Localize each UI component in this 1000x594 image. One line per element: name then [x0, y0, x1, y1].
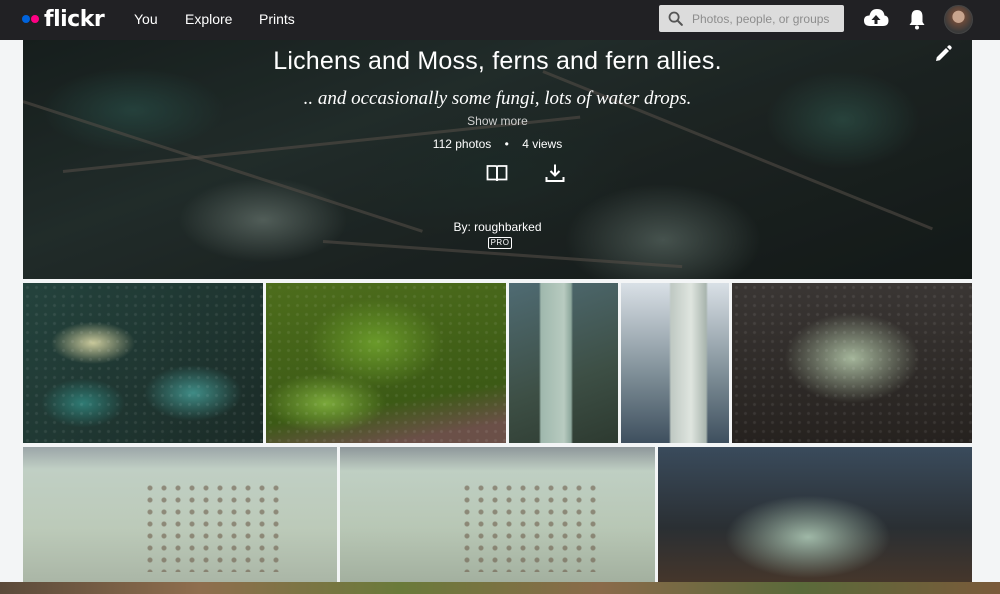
nav-link-explore[interactable]: Explore: [185, 11, 232, 27]
nav-link-you[interactable]: You: [134, 11, 158, 27]
view-count: 4 views: [522, 137, 563, 151]
photo-tile[interactable]: [23, 283, 263, 443]
upload-cloud-icon[interactable]: [863, 7, 889, 31]
tile-texture: [732, 283, 972, 443]
show-more-link[interactable]: Show more: [23, 114, 972, 128]
next-row-photo-strip[interactable]: [0, 582, 1000, 594]
search-box[interactable]: [659, 5, 844, 32]
album-owner[interactable]: By: roughbarked: [23, 220, 972, 234]
nav-link-prints[interactable]: Prints: [259, 11, 295, 27]
album-description: .. and occasionally some fungi, lots of …: [303, 88, 692, 109]
flickr-logo[interactable]: flickr: [22, 6, 105, 32]
search-icon: [668, 11, 683, 26]
open-book-icon[interactable]: [486, 163, 508, 183]
top-nav: flickr You Explore Prints: [0, 0, 1000, 40]
photo-tile[interactable]: [340, 447, 655, 582]
tile-texture: [266, 283, 506, 443]
photo-tile[interactable]: [509, 283, 618, 443]
tile-texture: [23, 283, 263, 443]
album-stats: 112 photos • 4 views: [23, 137, 972, 151]
search-input[interactable]: [692, 8, 840, 29]
tile-texture: [460, 482, 600, 572]
tile-texture: [143, 482, 283, 572]
download-icon[interactable]: [544, 163, 566, 183]
photo-tile[interactable]: [23, 447, 337, 582]
photo-tile[interactable]: [621, 283, 729, 443]
pro-badge: PRO: [488, 237, 512, 249]
edit-pencil-icon[interactable]: [933, 44, 953, 64]
photo-tile[interactable]: [732, 283, 972, 443]
notifications-bell-icon[interactable]: [904, 7, 930, 31]
album-info: Lichens and Moss, ferns and fern allies.…: [23, 40, 972, 279]
photo-count: 112 photos: [432, 137, 492, 151]
user-avatar[interactable]: [944, 5, 973, 34]
photo-tile[interactable]: [266, 283, 506, 443]
logo-wordmark: flickr: [44, 6, 105, 32]
logo-blue-dot: [22, 15, 30, 23]
album-title: Lichens and Moss, ferns and fern allies.: [273, 47, 722, 75]
photo-tile[interactable]: [658, 447, 972, 582]
logo-pink-dot: [31, 15, 39, 23]
stats-separator: •: [504, 137, 509, 151]
album-cover: Lichens and Moss, ferns and fern allies.…: [23, 40, 972, 279]
